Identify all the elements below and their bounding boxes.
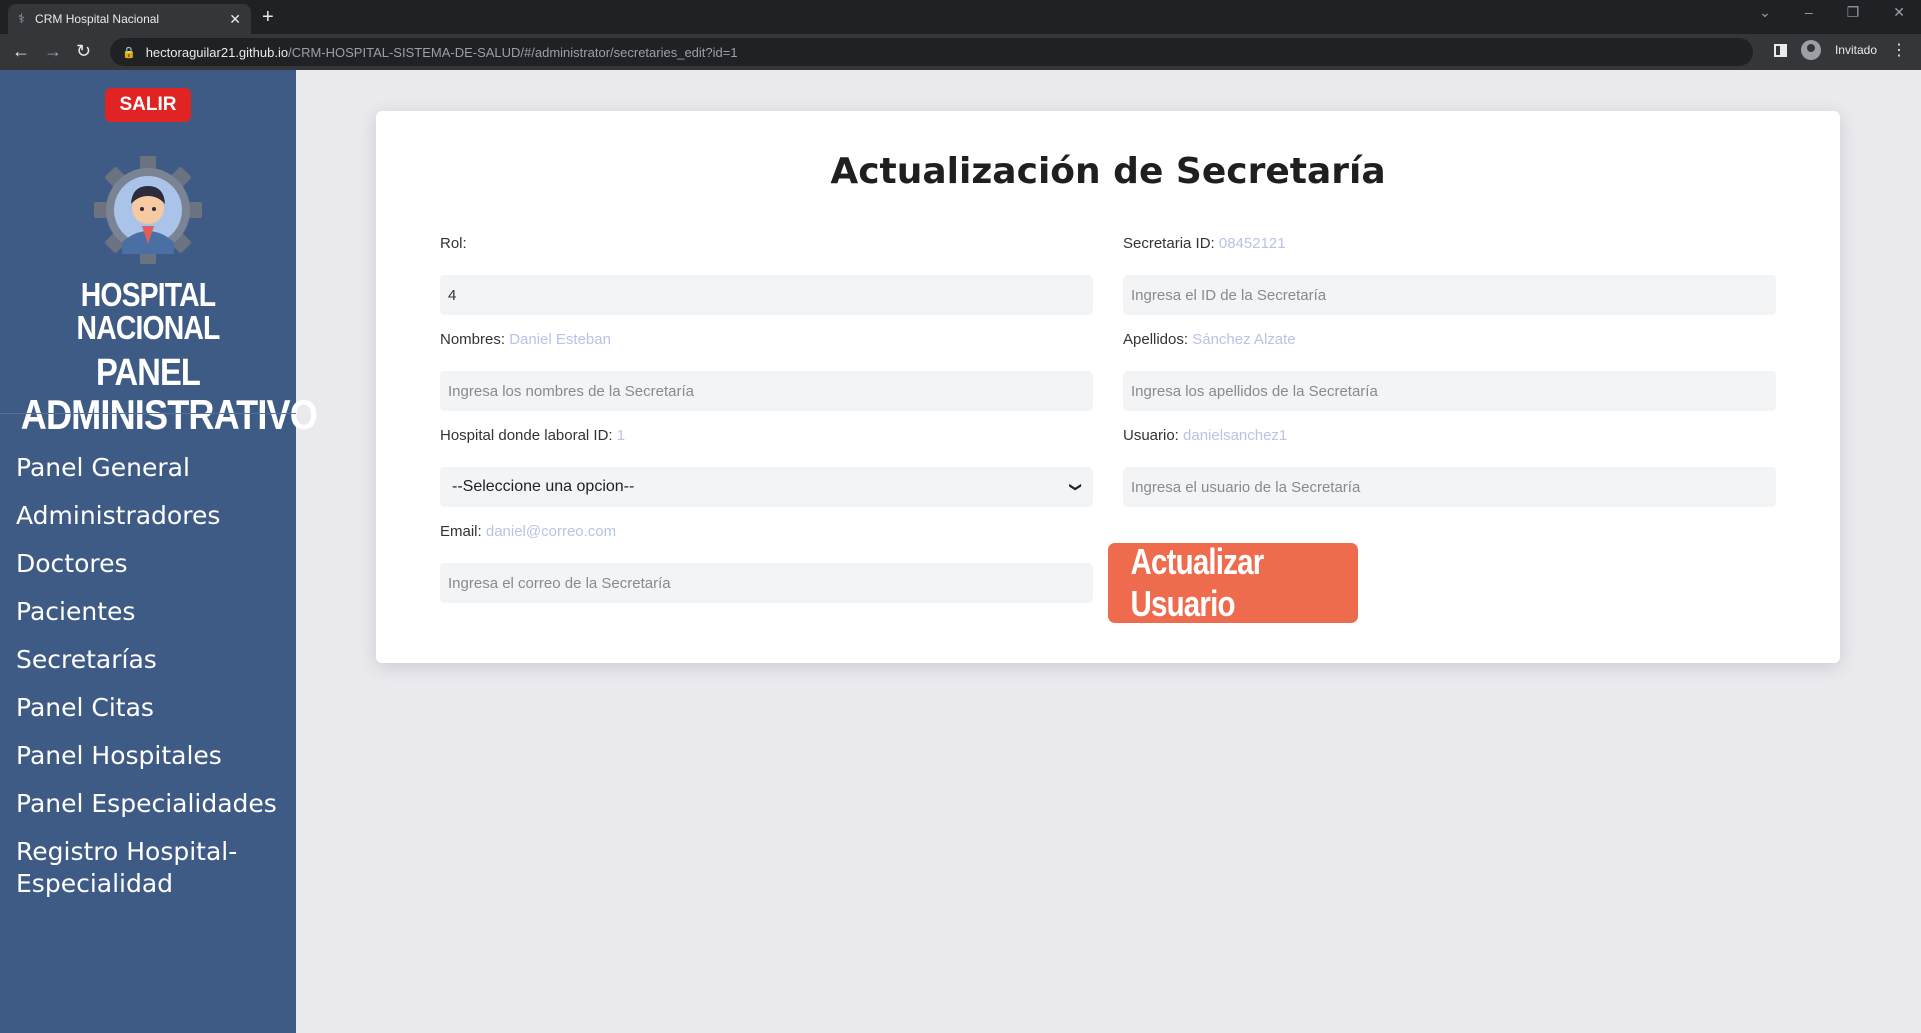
hospital-field-group: Hospital donde laboral ID: 1 --Seleccion…: [440, 427, 1093, 507]
sidebar-item-registro-hospital-especialidad[interactable]: Registro Hospital-Especialidad: [16, 828, 276, 900]
forward-arrow-icon[interactable]: →: [44, 41, 62, 62]
nombres-current: Daniel Esteban: [509, 331, 611, 348]
new-tab-button[interactable]: +: [262, 6, 274, 29]
brand-panel-line: PANEL: [95, 352, 201, 394]
secretaria-id-input[interactable]: [1123, 275, 1776, 315]
sidebar-divider: [0, 413, 296, 414]
apellidos-field-group: Apellidos: Sánchez Alzate: [1123, 331, 1776, 411]
hospital-label: Hospital donde laboral ID: 1: [440, 427, 626, 444]
sidebar-item-administradores[interactable]: Administradores: [16, 492, 277, 540]
nombres-input[interactable]: [440, 371, 1093, 411]
email-field-group: Email: daniel@correo.com: [440, 523, 1093, 603]
secretaria-id-field-group: Secretaria ID: 08452121: [1123, 235, 1776, 315]
apellidos-current: Sánchez Alzate: [1192, 331, 1296, 348]
window-controls: ⌄ – ❐ ✕: [1759, 4, 1905, 21]
apellidos-input[interactable]: [1123, 371, 1776, 411]
reload-icon[interactable]: ↻: [76, 41, 91, 62]
restore-icon[interactable]: ❐: [1847, 4, 1860, 21]
back-arrow-icon[interactable]: ←: [12, 41, 30, 62]
brand-admin-line: ADMINISTRATIVO: [20, 391, 318, 438]
admin-gear-avatar-icon: [94, 156, 202, 264]
lock-icon: 🔒: [122, 46, 136, 59]
browser-tab[interactable]: ⚕ CRM Hospital Nacional ✕: [8, 4, 251, 34]
email-input[interactable]: [440, 563, 1093, 603]
browser-tab-strip: ⚕ CRM Hospital Nacional ✕ + ⌄ – ❐ ✕: [0, 0, 1921, 34]
sidebar-item-panel-hospitales[interactable]: Panel Hospitales: [16, 732, 277, 780]
close-tab-icon[interactable]: ✕: [229, 11, 241, 28]
sidebar-item-panel-especialidades[interactable]: Panel Especialidades: [16, 780, 277, 828]
sidebar-item-secretarias[interactable]: Secretarías: [16, 636, 277, 684]
url-path: /CRM-HOSPITAL-SISTEMA-DE-SALUD/#/adminis…: [288, 44, 738, 60]
close-window-icon[interactable]: ✕: [1893, 4, 1905, 21]
rol-field-group: Rol:: [440, 235, 1093, 315]
hospital-current: 1: [616, 427, 626, 444]
usuario-label: Usuario: danielsanchez1: [1123, 427, 1288, 444]
email-current: daniel@correo.com: [485, 523, 617, 540]
sidebar-item-doctores[interactable]: Doctores: [16, 540, 277, 588]
caduceus-favicon-icon: ⚕: [18, 11, 26, 26]
hospital-select-value: --Seleccione una opcion--: [452, 478, 635, 495]
secretaria-id-label: Secretaria ID: 08452121: [1123, 235, 1286, 252]
usuario-current: danielsanchez1: [1183, 427, 1288, 444]
email-label: Email: daniel@correo.com: [440, 523, 617, 540]
sidebar-item-pacientes[interactable]: Pacientes: [16, 588, 277, 636]
hospital-select[interactable]: --Seleccione una opcion-- ❯: [440, 467, 1093, 507]
side-panel-icon[interactable]: [1773, 43, 1787, 57]
sidebar-menu: Panel General Administradores Doctores P…: [16, 444, 277, 900]
update-user-button-label: Actualizar Usuario: [1130, 541, 1265, 624]
page-title: Actualización de Secretaría: [830, 151, 1386, 192]
usuario-field-group: Usuario: danielsanchez1: [1123, 427, 1776, 507]
nombres-field-group: Nombres: Daniel Esteban: [440, 331, 1093, 411]
nombres-label: Nombres: Daniel Esteban: [440, 331, 611, 348]
tab-title: CRM Hospital Nacional: [35, 12, 160, 26]
apellidos-label: Apellidos: Sánchez Alzate: [1123, 331, 1296, 348]
sidebar-item-panel-general[interactable]: Panel General: [16, 444, 277, 492]
brand-hospital-name: HOSPITAL NACIONAL: [76, 276, 221, 346]
chevron-down-icon: ❯: [1068, 481, 1083, 493]
sidebar: SALIR HOSPITAL NACIONAL PANEL ADMINISTRA…: [0, 70, 318, 1033]
profile-avatar-icon[interactable]: [1800, 40, 1821, 60]
address-bar-row: ← → ↻ 🔒 hectoraguilar21.github.io/CRM-HO…: [0, 34, 1921, 70]
url-field[interactable]: 🔒 hectoraguilar21.github.io/CRM-HOSPITAL…: [110, 38, 1753, 66]
rol-label: Rol:: [440, 235, 467, 252]
url-host: hectoraguilar21.github.io: [145, 44, 289, 60]
logout-button[interactable]: SALIR: [105, 88, 191, 122]
update-user-button[interactable]: Actualizar Usuario: [1108, 541, 1358, 624]
rol-input[interactable]: [440, 275, 1093, 315]
browser-menu-icon[interactable]: ⋮: [1891, 40, 1907, 60]
secretaria-id-current: 08452121: [1218, 235, 1286, 252]
sidebar-item-panel-citas[interactable]: Panel Citas: [16, 684, 277, 732]
tab-search-icon[interactable]: ⌄: [1759, 4, 1771, 21]
edit-secretary-card: Actualización de Secretaría Rol: Secreta…: [376, 111, 1840, 663]
profile-label[interactable]: Invitado: [1835, 43, 1877, 57]
minimize-icon[interactable]: –: [1805, 4, 1813, 21]
usuario-input[interactable]: [1123, 467, 1776, 507]
